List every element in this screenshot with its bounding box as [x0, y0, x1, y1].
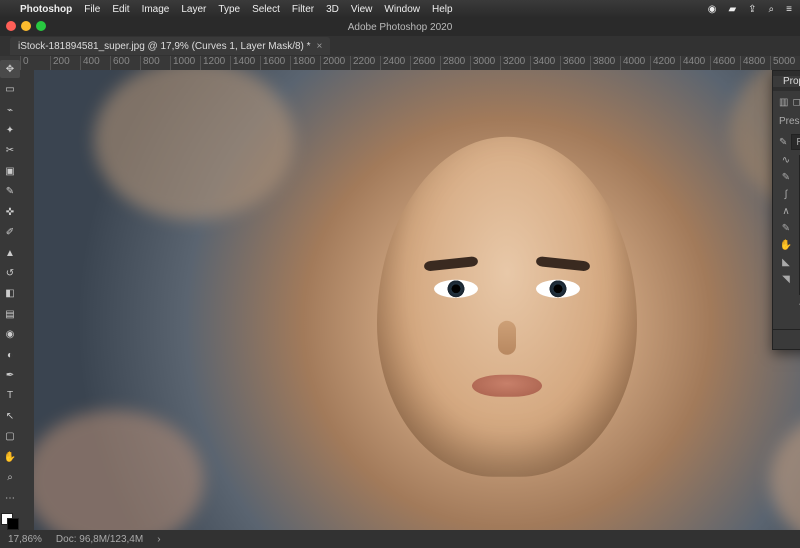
- wand-tool[interactable]: ✦: [0, 121, 20, 139]
- clip-white-icon[interactable]: ◥: [779, 274, 793, 285]
- channel-dropdown[interactable]: RGB⌄: [791, 134, 800, 150]
- ruler-horizontal: 0200400600800100012001400160018002000220…: [20, 56, 800, 70]
- search-icon[interactable]: ⌕: [769, 4, 775, 15]
- traffic-lights: [6, 21, 46, 31]
- app-title: Adobe Photoshop 2020: [348, 22, 453, 33]
- dodge-tool[interactable]: ◐: [0, 346, 20, 364]
- type-tool[interactable]: T: [0, 387, 20, 405]
- tab-properties[interactable]: Properties: [773, 76, 800, 87]
- close-window-button[interactable]: [6, 21, 16, 31]
- marquee-tool[interactable]: ▭: [0, 80, 20, 98]
- zoom-window-button[interactable]: [36, 21, 46, 31]
- hand-tool-curve[interactable]: ✋: [779, 240, 793, 251]
- properties-tabs: Properties Info » ≡: [773, 71, 800, 91]
- more-tools[interactable]: ⋯: [0, 489, 20, 507]
- menu-type[interactable]: Type: [218, 4, 240, 15]
- menu-filter[interactable]: Filter: [292, 4, 314, 15]
- document-tab-label: iStock-181894581_super.jpg @ 17,9% (Curv…: [18, 41, 311, 52]
- menu-icon[interactable]: ≡: [786, 4, 792, 15]
- mac-menubar: Photoshop File Edit Image Layer Type Sel…: [0, 0, 800, 18]
- menu-window[interactable]: Window: [384, 4, 420, 15]
- lasso-tool[interactable]: ⌁: [0, 101, 20, 119]
- curves-adjustment-icon: ▥: [779, 97, 788, 108]
- properties-footer: ▣ ◉ ↺ ◑ 🗑: [773, 329, 800, 349]
- toolbox: ✥ ▭ ⌁ ✦ ✂ ▣ ✎ ✜ ✐ ▲ ↺ ◧ ▤ ◉ ◐ ✒ T ↖ ▢ ✋ …: [0, 56, 20, 530]
- shape-tool[interactable]: ▢: [0, 428, 20, 446]
- path-tool[interactable]: ↖: [0, 407, 20, 425]
- chevron-right-icon[interactable]: ›: [157, 534, 160, 545]
- mask-icon[interactable]: ◻: [792, 97, 800, 108]
- oncurve-tool[interactable]: ∿: [779, 155, 793, 166]
- pencil-tool[interactable]: ✎: [779, 172, 793, 183]
- zoom-tool[interactable]: ⌕: [0, 468, 20, 486]
- document-image: [34, 70, 800, 530]
- preset-label: Preset:: [779, 116, 800, 127]
- menu-3d[interactable]: 3D: [326, 4, 339, 15]
- gradient-tool[interactable]: ▤: [0, 305, 20, 323]
- history-brush-tool[interactable]: ↺: [0, 264, 20, 282]
- menu-edit[interactable]: Edit: [112, 4, 129, 15]
- ruler-vertical: [20, 70, 34, 530]
- stamp-tool[interactable]: ▲: [0, 244, 20, 262]
- document-tab[interactable]: iStock-181894581_super.jpg @ 17,9% (Curv…: [10, 37, 330, 55]
- straight-tool[interactable]: ∧: [779, 206, 793, 217]
- statusbar: 17,86% Doc: 96,8M/123,4M ›: [0, 530, 800, 548]
- share-icon[interactable]: ⇪: [748, 4, 756, 15]
- chat-icon[interactable]: ▰: [728, 4, 736, 15]
- clip-black-icon[interactable]: ◣: [779, 257, 793, 268]
- properties-panel[interactable]: Properties Info » ≡ ▥ ◻ Curves Preset: C…: [772, 70, 800, 350]
- pen-tool[interactable]: ✒: [0, 366, 20, 384]
- face-illustration: [377, 137, 637, 477]
- workspace: ✥ ▭ ⌁ ✦ ✂ ▣ ✎ ✜ ✐ ▲ ↺ ◧ ▤ ◉ ◐ ✒ T ↖ ▢ ✋ …: [0, 56, 800, 530]
- curve-tools: ∿ ✎ ∫ ∧ ✎ ✋ ◣ ◥: [779, 155, 793, 295]
- doc-size[interactable]: Doc: 96,8M/123,4M: [56, 534, 143, 545]
- menu-layer[interactable]: Layer: [181, 4, 206, 15]
- menu-select[interactable]: Select: [252, 4, 280, 15]
- smooth-tool[interactable]: ∫: [779, 189, 793, 200]
- sampler-icon[interactable]: ✎: [779, 137, 787, 148]
- eraser-tool[interactable]: ◧: [0, 285, 20, 303]
- crop-tool[interactable]: ✂: [0, 142, 20, 160]
- menu-image[interactable]: Image: [142, 4, 170, 15]
- canvas-area[interactable]: Properties Info » ≡ ▥ ◻ Curves Preset: C…: [20, 70, 800, 530]
- menu-photoshop[interactable]: Photoshop: [20, 4, 72, 15]
- edit-points-tool[interactable]: ✎: [779, 223, 793, 234]
- menu-help[interactable]: Help: [432, 4, 453, 15]
- canvas-wrap: 0200400600800100012001400160018002000220…: [20, 56, 800, 530]
- color-swatch[interactable]: [1, 513, 19, 530]
- cloud-icon[interactable]: ◉: [708, 4, 717, 15]
- menu-file[interactable]: File: [84, 4, 100, 15]
- zoom-level[interactable]: 17,86%: [8, 534, 42, 545]
- close-tab-icon[interactable]: ×: [317, 41, 323, 52]
- menu-view[interactable]: View: [351, 4, 373, 15]
- minimize-window-button[interactable]: [21, 21, 31, 31]
- hand-tool[interactable]: ✋: [0, 448, 20, 466]
- document-tabbar: iStock-181894581_super.jpg @ 17,9% (Curv…: [0, 36, 800, 56]
- heal-tool[interactable]: ✜: [0, 203, 20, 221]
- blur-tool[interactable]: ◉: [0, 325, 20, 343]
- frame-tool[interactable]: ▣: [0, 162, 20, 180]
- eyedropper-tool[interactable]: ✎: [0, 183, 20, 201]
- window-titlebar: Adobe Photoshop 2020: [0, 18, 800, 36]
- move-tool[interactable]: ✥: [0, 60, 20, 78]
- brush-tool[interactable]: ✐: [0, 223, 20, 241]
